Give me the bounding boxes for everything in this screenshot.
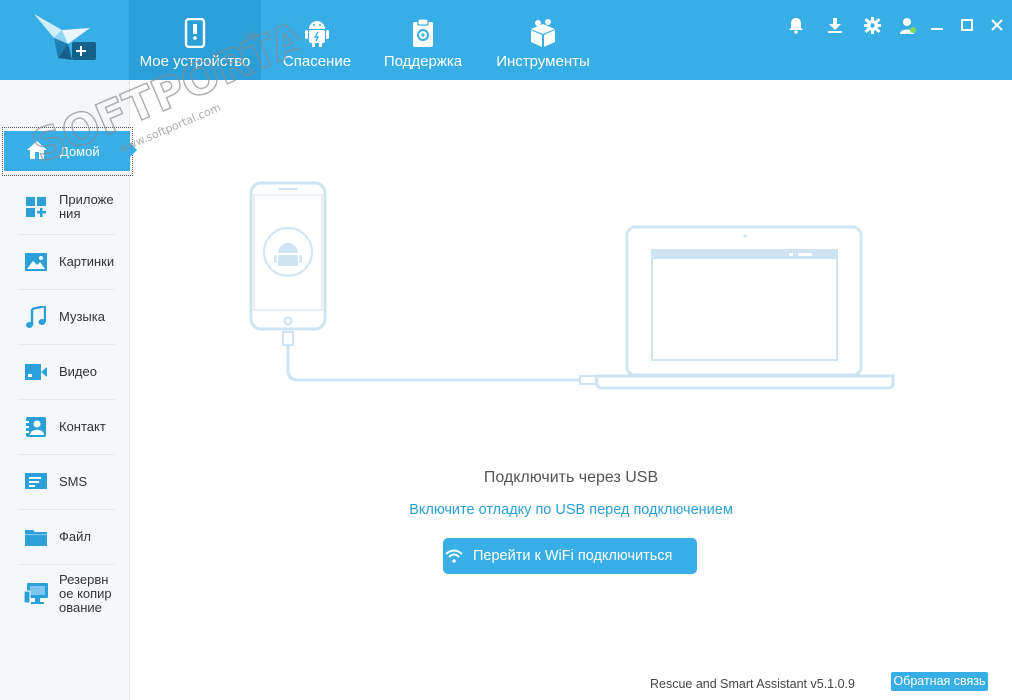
wifi-connect-label: Перейти к WiFi подключиться (473, 548, 673, 564)
download-icon[interactable] (824, 14, 846, 36)
close-icon[interactable] (986, 14, 1008, 36)
android-icon (304, 16, 330, 50)
sidebar-item-label: Приложения (59, 192, 114, 221)
sidebar-item-label: Резервное копирование (59, 572, 112, 615)
folder-icon (24, 525, 48, 549)
tab-rescue[interactable]: Спасение (272, 0, 362, 80)
tab-label: Спасение (282, 53, 352, 70)
sidebar-item-video[interactable]: Видео (18, 345, 115, 400)
usb-debug-hint-link[interactable]: Включите отладку по USB перед подключени… (130, 502, 1012, 518)
version-label: Rescue and Smart Assistant v5.1.0.9 (650, 677, 855, 691)
tab-tools[interactable]: Инструменты (490, 0, 596, 80)
music-icon (24, 305, 48, 329)
sidebar-item-label: Музыка (59, 309, 105, 324)
minimize-icon[interactable] (926, 14, 948, 36)
bird-logo-icon (34, 14, 96, 60)
tab-label: Поддержка (383, 53, 463, 70)
picture-icon (24, 250, 48, 274)
sidebar-item-backup[interactable]: Резервное копирование (18, 565, 115, 623)
tab-label: Инструменты (496, 53, 590, 70)
sms-icon (24, 470, 48, 494)
sidebar-item-apps[interactable]: Приложения (18, 180, 115, 235)
wifi-icon (445, 549, 463, 563)
top-bar: Мое устройство Спасение Поддержка Инстру… (0, 0, 1012, 80)
sidebar-item-sms[interactable]: SMS (18, 455, 115, 510)
sidebar-item-label: Домой (60, 143, 100, 159)
sidebar-item-pictures[interactable]: Картинки (18, 235, 115, 290)
clipboard-icon (411, 16, 435, 50)
sidebar-item-file[interactable]: Файл (18, 510, 115, 565)
usb-connection-illustration (249, 181, 895, 390)
sidebar-item-label: Файл (59, 529, 91, 544)
connect-usb-title: Подключить через USB (483, 469, 659, 486)
tab-my-device[interactable]: Мое устройство (129, 0, 261, 80)
contact-icon (24, 415, 48, 439)
backup-icon (24, 582, 48, 606)
sidebar: Домой Приложения Картинки Музыка Видео К… (0, 80, 137, 700)
active-indicator (130, 143, 137, 157)
wifi-connect-button[interactable]: Перейти к WiFi подключиться (443, 538, 697, 574)
tab-support[interactable]: Поддержка (377, 0, 469, 80)
maximize-icon[interactable] (956, 14, 978, 36)
tab-label: Мое устройство (139, 53, 251, 70)
home-icon (26, 140, 48, 162)
sidebar-item-music[interactable]: Музыка (18, 290, 115, 345)
toolbox-icon (529, 16, 557, 50)
gear-icon[interactable] (861, 14, 883, 36)
user-icon[interactable] (897, 14, 919, 36)
apps-icon (24, 195, 48, 219)
sidebar-item-label: Контакт (59, 419, 106, 434)
sidebar-item-home[interactable]: Домой (2, 127, 137, 176)
phone-illustration (249, 181, 327, 331)
phone-icon (184, 16, 206, 50)
sidebar-item-label: Видео (59, 364, 97, 379)
feedback-button[interactable]: Обратная связь (891, 672, 988, 691)
video-icon (24, 360, 48, 384)
sidebar-item-label: SMS (59, 474, 88, 489)
bell-icon[interactable] (785, 14, 807, 36)
sidebar-item-label: Картинки (59, 254, 115, 269)
app-logo (0, 0, 129, 80)
sidebar-item-contact[interactable]: Контакт (18, 400, 115, 455)
laptop-illustration (595, 225, 895, 390)
